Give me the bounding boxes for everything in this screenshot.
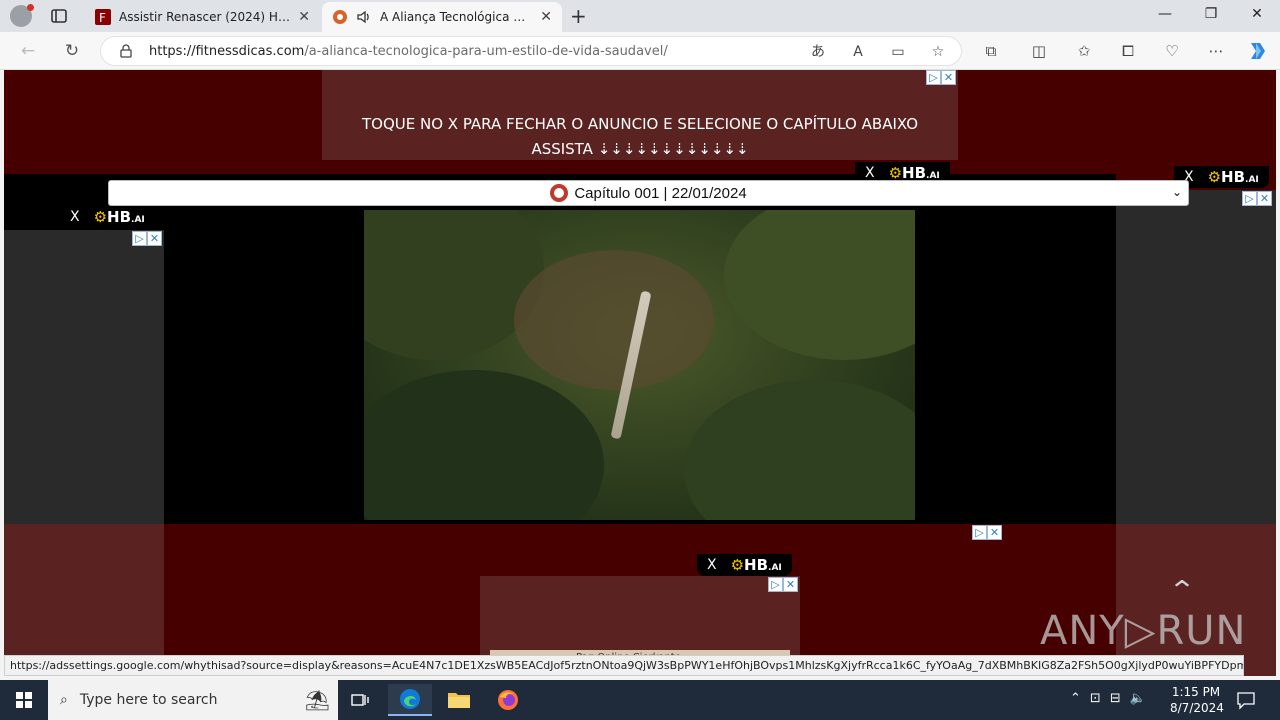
ad-choices-top[interactable]: ▷ ✕: [926, 70, 956, 85]
hb-ad-bar-bottom: X ⚙HB.AI: [697, 554, 792, 576]
tab-strip: F Assistir Renascer (2024) HD - Nov ✕ A …: [0, 0, 1280, 32]
firefox-icon[interactable]: [486, 684, 530, 716]
minimize-button[interactable]: —: [1142, 6, 1188, 22]
restore-button[interactable]: ❐: [1188, 6, 1234, 22]
ad-choices-left[interactable]: ▷ ✕: [132, 231, 162, 246]
status-bar-url: https://adssettings.google.com/whythisad…: [4, 655, 1244, 676]
tab-fitnessdicas[interactable]: A Aliança Tecnológica para um Estilo de …: [322, 2, 562, 32]
volume-icon[interactable]: 🔈: [1130, 691, 1146, 706]
left-side-ad[interactable]: [4, 230, 164, 524]
search-placeholder: Type here to search: [79, 692, 218, 708]
ad-close-icon[interactable]: ✕: [147, 231, 162, 246]
hb-logo: ⚙HB.AI: [1207, 168, 1259, 186]
favorites-icon[interactable]: ✩: [1074, 41, 1094, 61]
read-aloud-icon[interactable]: A: [849, 43, 867, 61]
lock-icon[interactable]: [119, 44, 133, 58]
adchoices-icon[interactable]: ▷: [926, 70, 941, 85]
video-player[interactable]: [364, 210, 915, 520]
immersive-reader-icon[interactable]: ▭: [889, 43, 907, 61]
web-page: TOQUE NO X PARA FECHAR O ANUNCIO E SELEC…: [4, 70, 1276, 676]
hb-logo: ⚙HB.AI: [93, 208, 145, 226]
bottom-left-ad[interactable]: [4, 524, 164, 676]
ad-close-icon[interactable]: ✕: [941, 70, 956, 85]
right-side-ad[interactable]: [1116, 190, 1276, 524]
hb-close-button[interactable]: X: [70, 209, 80, 225]
taskbar-search[interactable]: ⌕ Type here to search ⛱: [48, 680, 338, 720]
hb-logo: ⚙HB.AI: [730, 556, 782, 574]
tab-title: A Aliança Tecnológica para um Estilo de …: [380, 10, 532, 24]
profile-avatar-icon[interactable]: [10, 4, 34, 27]
split-screen-icon[interactable]: ◫: [1029, 41, 1049, 61]
translate-icon[interactable]: あ: [809, 43, 827, 61]
close-window-button[interactable]: ✕: [1234, 6, 1280, 22]
top-ad-line1: TOQUE NO X PARA FECHAR O ANUNCIO E SELEC…: [362, 115, 918, 133]
address-bar[interactable]: https://fitnessdicas.com/a-alianca-tecno…: [100, 36, 962, 66]
refresh-icon[interactable]: ↻: [62, 41, 82, 61]
ad-choices-right[interactable]: ▷ ✕: [1242, 191, 1272, 206]
network-icon[interactable]: ⊟: [1110, 691, 1121, 706]
file-explorer-icon[interactable]: [437, 684, 481, 716]
tab-actions-icon[interactable]: [50, 7, 68, 25]
site-favicon-icon: [333, 10, 347, 24]
ad-close-icon[interactable]: ✕: [1257, 191, 1272, 206]
tab-close-icon[interactable]: ✕: [540, 9, 552, 25]
taskbar: ⌕ Type here to search ⛱ ⌃ ⊡ ⊟ 🔈 1:15 PM …: [0, 680, 1280, 720]
ad-close-icon[interactable]: ✕: [783, 577, 798, 592]
collections-icon[interactable]: ⧠: [1118, 41, 1138, 61]
top-ad-banner[interactable]: TOQUE NO X PARA FECHAR O ANUNCIO E SELEC…: [322, 70, 958, 160]
performance-icon[interactable]: ♡: [1162, 41, 1182, 61]
copilot-icon[interactable]: [1246, 40, 1270, 62]
more-menu-icon[interactable]: ⋯: [1206, 41, 1226, 61]
hb-close-button[interactable]: X: [865, 165, 875, 181]
clock-time: 1:15 PM: [1171, 685, 1221, 699]
adchoices-icon[interactable]: ▷: [972, 525, 987, 540]
chapter-select-value: Capítulo 001 | 22/01/2024: [574, 184, 747, 202]
ad-close-icon[interactable]: ✕: [987, 525, 1002, 540]
hb-ad-bar-left: X ⚙HB.AI: [60, 206, 155, 228]
windows-logo-icon: [16, 692, 32, 708]
favorite-star-icon[interactable]: ☆: [929, 43, 947, 61]
site-favicon-icon: F: [95, 9, 111, 25]
edge-taskbar-icon[interactable]: [388, 684, 432, 716]
hb-close-button[interactable]: X: [707, 557, 717, 573]
record-icon: [550, 184, 569, 202]
ad-choices-bottom[interactable]: ▷ ✕: [972, 525, 1002, 540]
tab-close-icon[interactable]: ✕: [298, 9, 310, 25]
extensions-icon[interactable]: ⧉: [981, 41, 1001, 61]
adchoices-icon[interactable]: ▷: [1242, 191, 1257, 206]
scroll-to-top-icon[interactable]: ⌃: [1165, 578, 1199, 604]
url-text[interactable]: https://fitnessdicas.com/a-alianca-tecno…: [149, 44, 668, 59]
tab-renascer[interactable]: F Assistir Renascer (2024) HD - Nov ✕: [85, 2, 320, 32]
chevron-down-icon[interactable]: ⌄: [1172, 185, 1182, 199]
back-arrow-icon[interactable]: ←: [18, 41, 38, 61]
meet-now-icon[interactable]: ⊡: [1090, 691, 1101, 706]
task-view-icon[interactable]: [338, 684, 382, 716]
start-button[interactable]: [0, 680, 48, 720]
system-tray: ⌃ ⊡ ⊟ 🔈: [1070, 691, 1146, 706]
anyrun-watermark: ANY▷RUN: [1040, 608, 1247, 654]
search-icon: ⌕: [60, 692, 68, 708]
chevron-up-icon[interactable]: ⌃: [1070, 691, 1081, 706]
speaker-icon[interactable]: [356, 9, 372, 25]
new-tab-button[interactable]: +: [570, 6, 587, 26]
top-ad-line2: ASSISTA ⇣⇣⇣⇣⇣⇣⇣⇣⇣⇣⇣⇣: [531, 140, 749, 158]
beach-umbrella-icon: ⛱: [304, 688, 330, 712]
adchoices-icon[interactable]: ▷: [132, 231, 147, 246]
chapter-select[interactable]: Capítulo 001 | 22/01/2024 ⌄: [108, 180, 1189, 206]
notifications-icon[interactable]: [1236, 690, 1256, 710]
svg-text:F: F: [99, 11, 106, 25]
ad-choices-bottom-center[interactable]: ▷ ✕: [768, 577, 798, 592]
clock[interactable]: 1:15 PM 8/7/2024: [1170, 684, 1224, 716]
tab-title: Assistir Renascer (2024) HD - Nov: [119, 10, 290, 24]
adchoices-icon[interactable]: ▷: [768, 577, 783, 592]
clock-date: 8/7/2024: [1170, 701, 1224, 715]
